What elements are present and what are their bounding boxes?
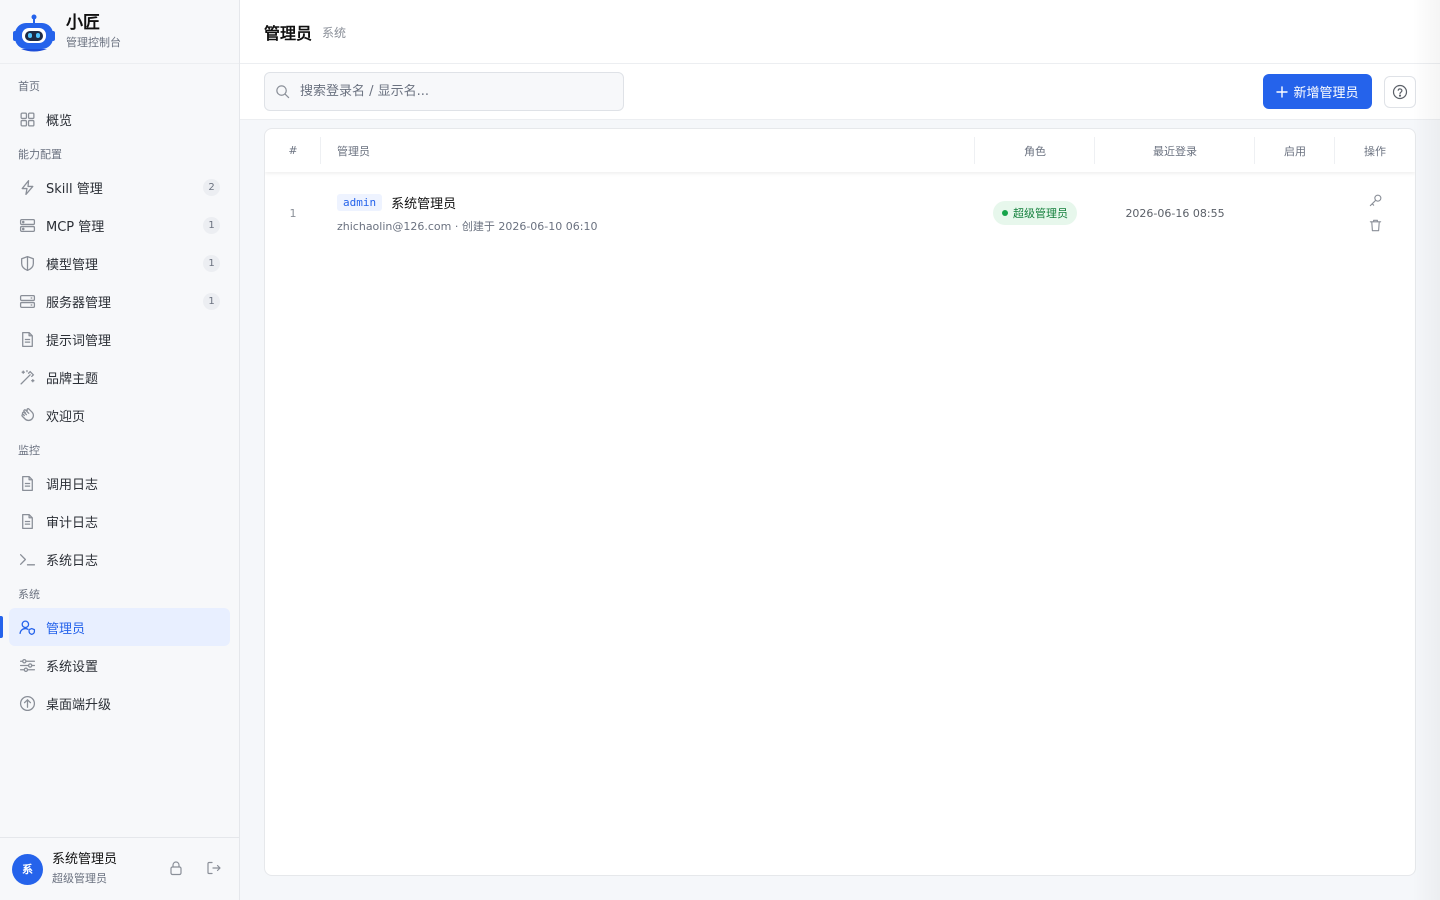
sidebar-item-brand-theme[interactable]: 品牌主题 [9,358,230,396]
admin-cell: admin 系统管理员 zhichaolin@126.com · 创建于 202… [321,172,975,254]
server-icon [19,217,36,234]
brand-title: 小匠 [66,12,100,33]
brand-subtitle: 管理控制台 [66,35,121,49]
enabled-cell [1255,172,1335,254]
document-icon [19,475,36,492]
column-header-num: # [265,129,321,172]
brand[interactable]: 小匠 管理控制台 [0,0,239,64]
avatar[interactable]: 系 [12,853,43,885]
row-number: 1 [289,206,297,220]
nav-section-home: 首页 [18,80,40,93]
login-name-tag: admin [337,193,383,211]
add-admin-button[interactable]: 新增管理员 [1263,74,1372,109]
sidebar-item-label: 提示词管理 [46,333,112,349]
lightning-icon [19,179,36,196]
sliders-icon [19,657,36,674]
add-admin-label: 新增管理员 [1293,86,1359,101]
upgrade-circle-icon [19,695,36,712]
sidebar-item-label: 桌面端升级 [46,697,112,713]
document-icon [19,331,36,348]
page-header: 管理员 系统 [240,0,1440,64]
edge-shadow [1412,0,1440,900]
last-login: 2026-06-16 08:55 [1125,206,1225,220]
hand-wave-icon [19,407,36,424]
sidebar-item-prompts[interactable]: 提示词管理 [9,320,230,358]
plus-icon [1276,85,1289,98]
sidebar: 小匠 管理控制台 首页 概览 能力配置 Skill 管理 2 MCP 管理 1 [0,0,240,900]
question-circle-icon [1392,84,1408,100]
user-shield-icon [19,619,36,636]
toolbar: 新增管理员 [240,64,1440,120]
sidebar-item-audit-logs[interactable]: 审计日志 [9,502,230,540]
role-badge: 超级管理员 [993,201,1077,225]
sidebar-item-label: Skill 管理 [46,181,103,197]
table-row[interactable]: 1 admin 系统管理员 zhichaolin@126.com · 创建于 2… [265,172,1415,254]
status-dot [1002,210,1008,216]
count-badge: 1 [203,293,220,310]
nav-section-monitoring: 监控 [18,444,40,457]
user-name: 系统管理员 [52,852,118,867]
sidebar-item-label: 模型管理 [46,257,99,273]
sidebar-item-label: MCP 管理 [46,219,105,235]
sidebar-item-welcome-page[interactable]: 欢迎页 [9,396,230,434]
search-icon [275,84,290,99]
table-header: # 管理员 角色 最近登录 启用 操作 [265,129,1415,172]
role-cell: 超级管理员 [975,172,1095,254]
server-stack-icon [19,293,36,310]
count-badge: 2 [203,179,220,196]
role-label: 超级管理员 [1013,207,1068,220]
sidebar-item-models[interactable]: 模型管理 1 [9,244,230,282]
row-actions [1335,172,1415,254]
sidebar-item-system-logs[interactable]: 系统日志 [9,540,230,578]
magic-wand-icon [19,369,36,386]
search-box[interactable] [264,72,624,111]
column-header-enabled: 启用 [1255,129,1335,172]
sidebar-item-mcp[interactable]: MCP 管理 1 [9,206,230,244]
column-header-last-login: 最近登录 [1095,129,1255,172]
active-indicator [0,616,3,638]
sidebar-item-label: 调用日志 [46,477,99,493]
key-icon[interactable] [1368,193,1383,208]
sidebar-item-admins[interactable]: 管理员 [0,608,230,646]
admin-meta: zhichaolin@126.com · 创建于 2026-06-10 06:1… [337,219,598,233]
sidebar-item-label: 品牌主题 [46,371,99,387]
sidebar-item-label: 系统日志 [46,553,99,569]
sidebar-item-label: 欢迎页 [46,409,86,425]
count-badge: 1 [203,217,220,234]
current-user: 系 系统管理员 超级管理员 [0,837,240,900]
trash-icon[interactable] [1368,218,1383,233]
user-role: 超级管理员 [52,872,107,885]
sidebar-item-label: 审计日志 [46,515,99,531]
display-name: 系统管理员 [391,196,457,212]
terminal-icon [19,551,36,568]
breadcrumb: 系统 [322,26,347,40]
logout-icon[interactable] [206,860,222,876]
grid-icon [19,111,36,128]
nav-section-system: 系统 [18,588,40,601]
search-input[interactable] [300,84,600,99]
sidebar-item-label: 系统设置 [46,659,99,675]
lock-icon[interactable] [168,860,184,876]
sidebar-item-label: 服务器管理 [46,295,112,311]
shield-icon [19,255,36,272]
page-title: 管理员 [264,23,313,43]
sidebar-item-call-logs[interactable]: 调用日志 [9,464,230,502]
column-header-ops: 操作 [1364,144,1386,158]
sidebar-item-desktop-upgrade[interactable]: 桌面端升级 [9,684,230,722]
sidebar-item-system-settings[interactable]: 系统设置 [9,646,230,684]
admin-table: # 管理员 角色 最近登录 启用 操作 1 admin 系统管理员 zhicha… [264,128,1416,876]
nav-section-capabilities: 能力配置 [18,148,62,161]
sidebar-item-skill[interactable]: Skill 管理 2 [9,168,230,206]
sidebar-item-servers[interactable]: 服务器管理 1 [9,282,230,320]
sidebar-item-overview[interactable]: 概览 [9,100,230,138]
document-icon [19,513,36,530]
count-badge: 1 [203,255,220,272]
column-header-role: 角色 [975,129,1095,172]
sidebar-item-label: 管理员 [46,621,86,637]
sidebar-nav: 首页 概览 能力配置 Skill 管理 2 MCP 管理 1 模型管理 1 服务… [0,64,239,722]
robot-logo-icon [13,14,55,51]
sidebar-item-label: 概览 [46,113,73,129]
column-header-admin: 管理员 [321,129,975,172]
